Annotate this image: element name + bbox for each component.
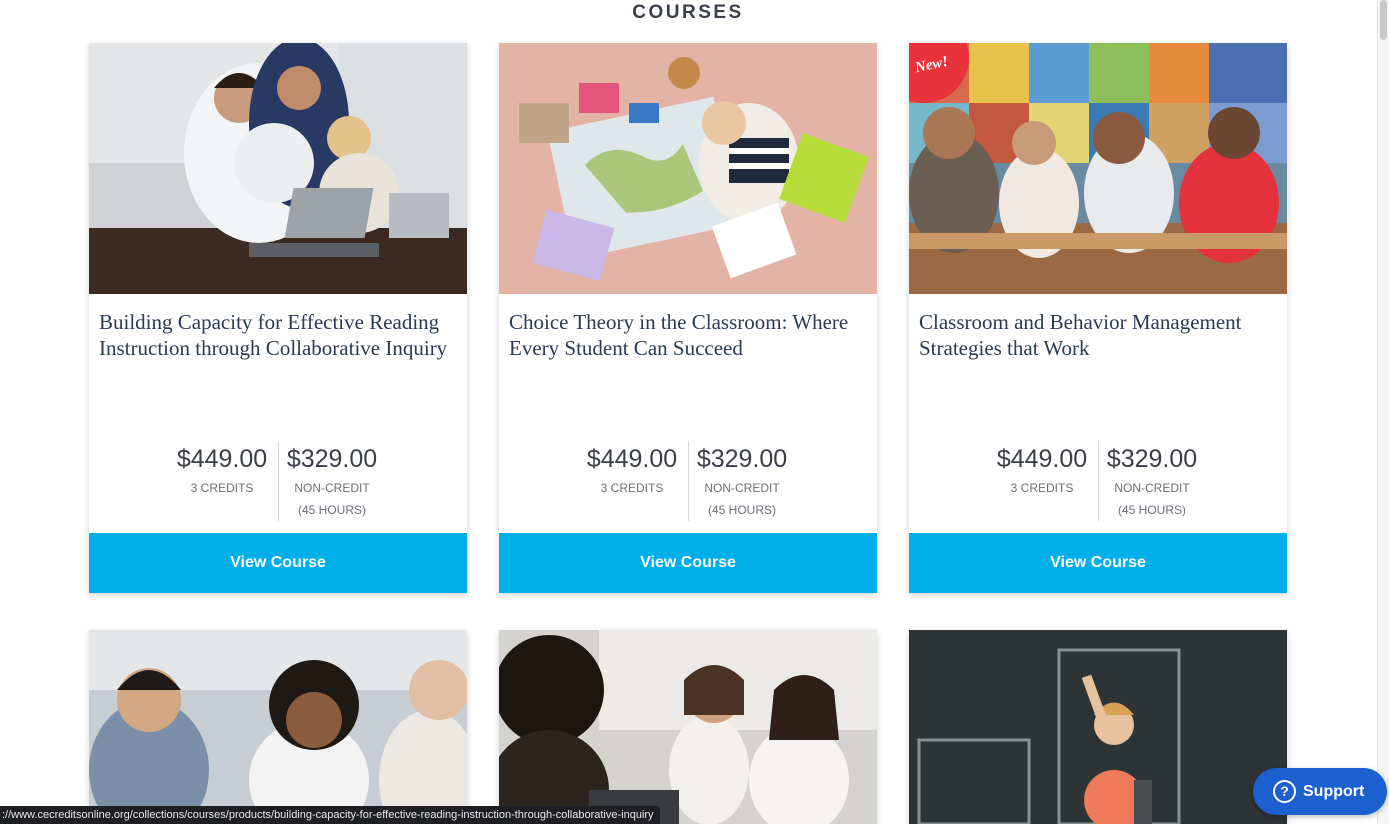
course-image-office[interactable] [89,43,467,294]
credit-price-column: $449.00 3 CREDITS [167,441,277,499]
course-image-map[interactable] [499,43,877,294]
scrollbar[interactable] [1377,0,1389,824]
noncredit-hours: (45 HOURS) [1117,503,1186,517]
noncredit-label: NON-CREDIT [294,481,370,495]
noncredit-price-column: $329.00 NON-CREDIT (45 HOURS) [278,441,385,521]
credit-price-column: $449.00 3 CREDITS [577,441,687,499]
price-block: $449.00 3 CREDITS $329.00 NON-CREDIT (45… [909,441,1287,521]
credit-label: 3 CREDITS [600,481,664,495]
noncredit-label: NON-CREDIT [1114,481,1190,495]
credit-price: $449.00 [176,445,268,473]
course-image-discussion[interactable] [499,630,877,824]
course-title[interactable]: Classroom and Behavior Management Strate… [919,309,1279,361]
noncredit-hours: (45 HOURS) [707,503,776,517]
noncredit-hours: (45 HOURS) [297,503,366,517]
noncredit-label: NON-CREDIT [704,481,780,495]
course-card[interactable]: Building Capacity for Effective Reading … [89,43,467,593]
credit-price: $449.00 [996,445,1088,473]
course-title[interactable]: Building Capacity for Effective Reading … [99,309,459,361]
view-course-button[interactable]: View Course [909,533,1287,593]
course-card[interactable] [909,630,1287,824]
noncredit-price-column: $329.00 NON-CREDIT (45 HOURS) [1098,441,1205,521]
credit-price: $449.00 [586,445,678,473]
course-image-meeting[interactable] [89,630,467,824]
view-course-button[interactable]: View Course [499,533,877,593]
support-button[interactable]: ? Support [1253,768,1387,815]
scrollbar-thumb[interactable] [1380,0,1387,40]
course-image-classroom[interactable]: New! [909,43,1287,294]
credit-label: 3 CREDITS [190,481,254,495]
noncredit-price: $329.00 [286,445,378,473]
help-icon: ? [1273,780,1296,803]
course-card[interactable]: Choice Theory in the Classroom: Where Ev… [499,43,877,593]
course-card[interactable]: New! Classroom and Behavior Management S… [909,43,1287,593]
view-course-button[interactable]: View Course [89,533,467,593]
course-title[interactable]: Choice Theory in the Classroom: Where Ev… [509,309,869,361]
support-label: Support [1303,783,1365,800]
course-card[interactable] [499,630,877,824]
noncredit-price: $329.00 [1106,445,1198,473]
page: COURSES Building Capacity for Effective … [0,0,1389,824]
noncredit-price-column: $329.00 NON-CREDIT (45 HOURS) [688,441,795,521]
noncredit-price: $329.00 [696,445,788,473]
credit-label: 3 CREDITS [1010,481,1074,495]
new-badge-label: New! [913,53,950,77]
price-block: $449.00 3 CREDITS $329.00 NON-CREDIT (45… [89,441,467,521]
credit-price-column: $449.00 3 CREDITS [987,441,1097,499]
section-title: COURSES [632,2,744,23]
course-card[interactable] [89,630,467,824]
price-block: $449.00 3 CREDITS $329.00 NON-CREDIT (45… [499,441,877,521]
course-image-chalkboard[interactable] [909,630,1287,824]
status-bar-url: ://www.cecreditsonline.org/collections/c… [0,806,660,824]
